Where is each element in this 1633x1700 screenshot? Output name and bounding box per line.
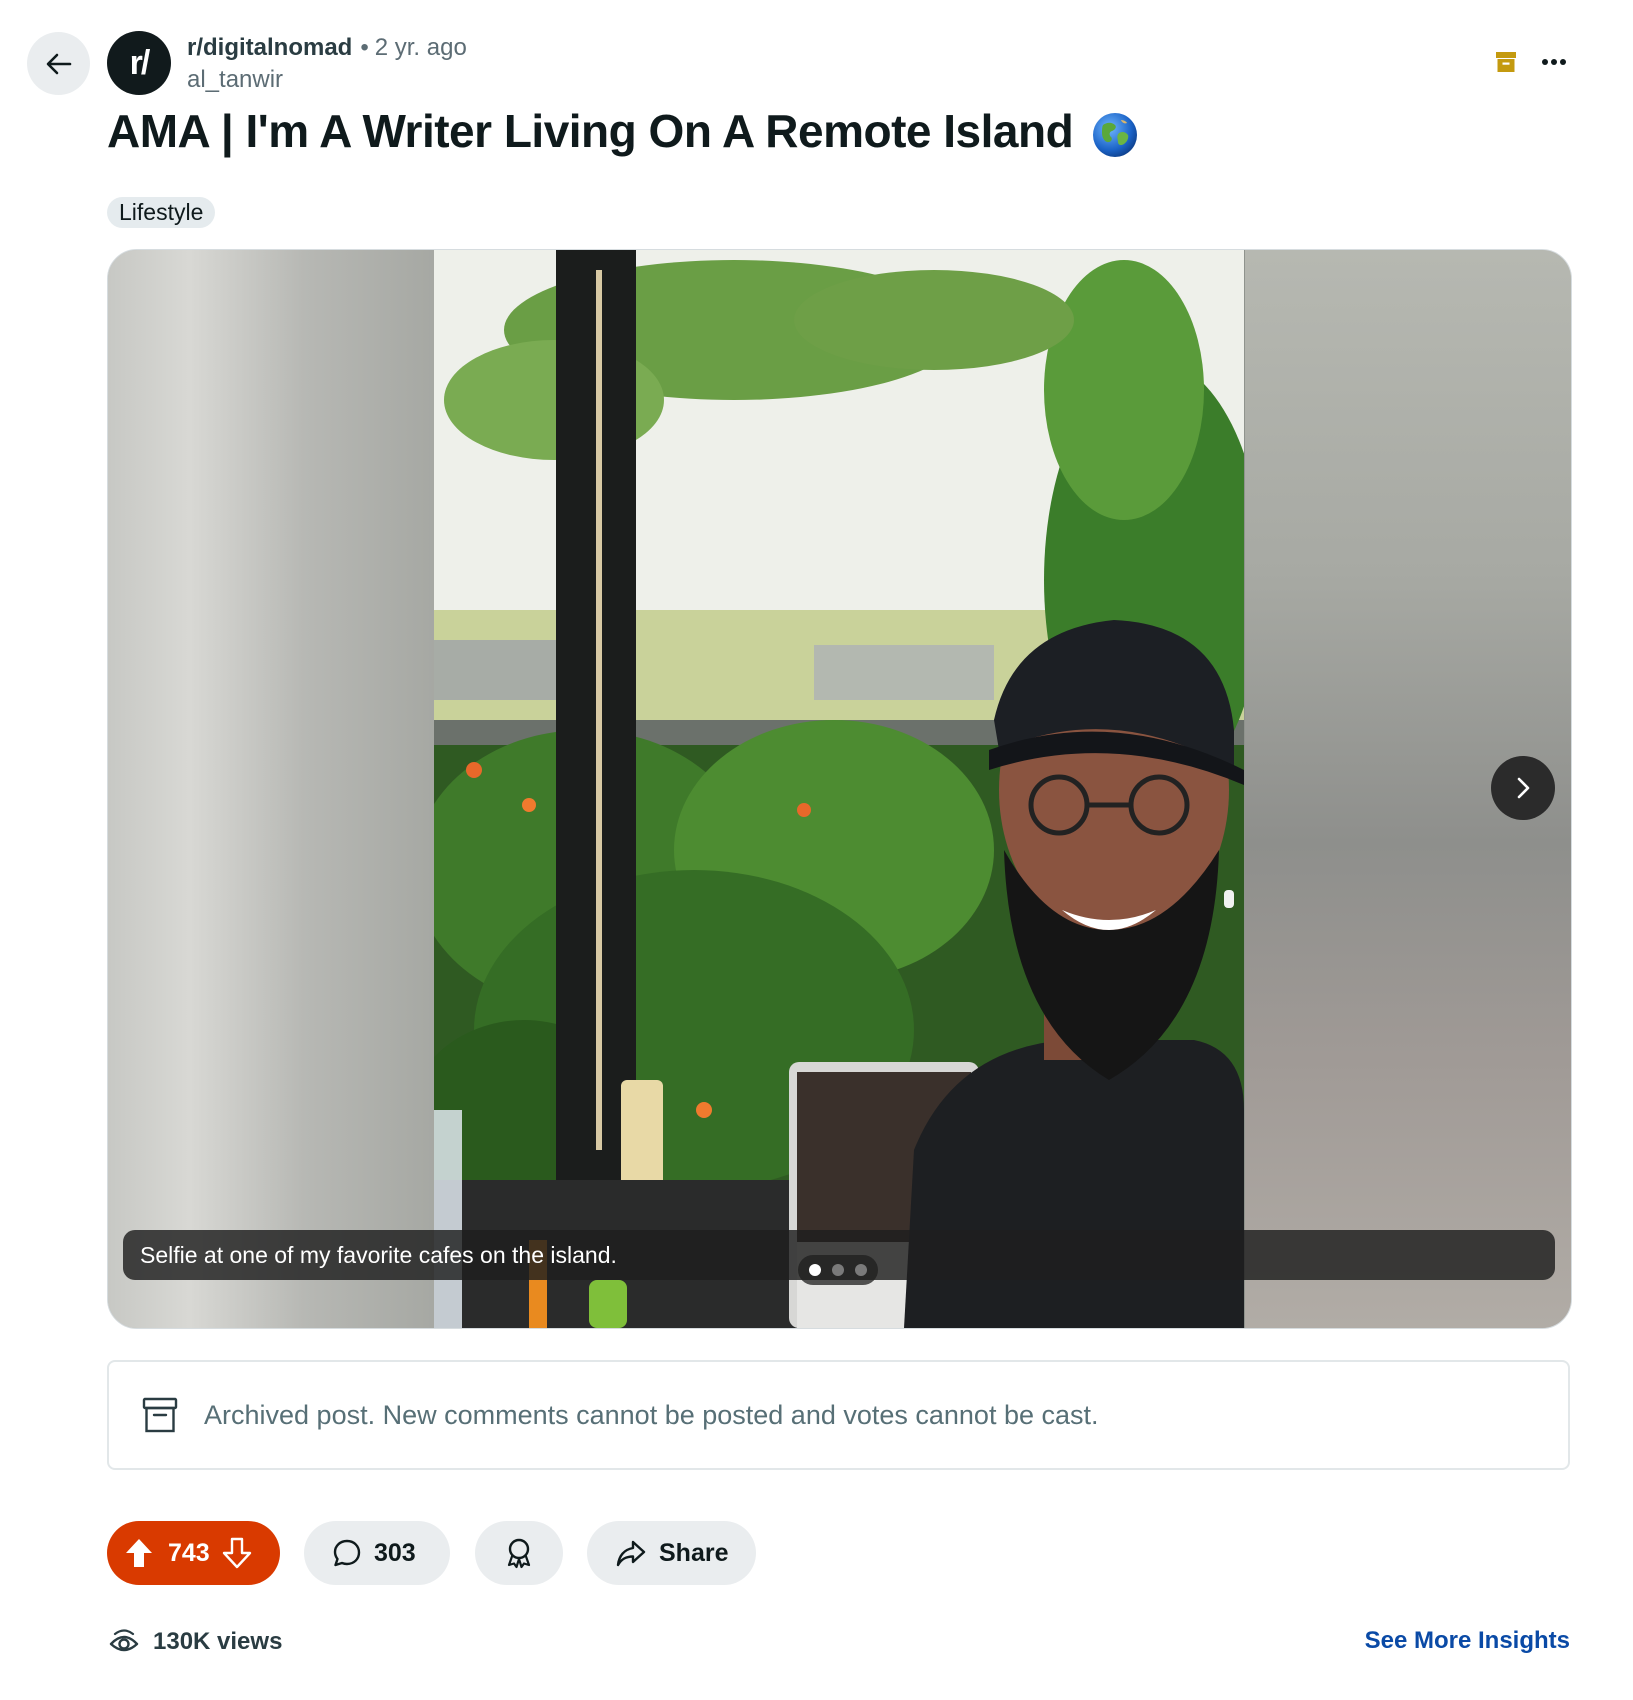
gallery-dot-1[interactable] — [809, 1264, 821, 1276]
more-icon[interactable] — [1538, 46, 1570, 78]
views-count: 130K views — [153, 1628, 283, 1655]
vote-count: 743 — [168, 1538, 210, 1567]
gallery-blur-left — [108, 250, 434, 1328]
image-gallery[interactable]: Selfie at one of my favorite cafes on th… — [107, 249, 1572, 1329]
post-meta: r/digitalnomad • 2 yr. ago — [187, 33, 467, 63]
share-icon — [616, 1540, 646, 1567]
award-button[interactable] — [475, 1521, 563, 1585]
subreddit-link[interactable]: r/digitalnomad — [187, 34, 352, 61]
post-title-text: AMA | I'm A Writer Living On A Remote Is… — [107, 105, 1074, 157]
photo-illustration — [434, 250, 1244, 1328]
award-icon — [507, 1538, 531, 1569]
comments-button[interactable]: 303 — [304, 1521, 450, 1585]
vote-control: 743 — [107, 1521, 280, 1585]
see-more-insights-link[interactable]: See More Insights — [1365, 1627, 1570, 1655]
archive-box-icon — [142, 1397, 178, 1433]
post-page: r/ r/digitalnomad • 2 yr. ago al_tanwir AM… — [0, 0, 1633, 1700]
back-button[interactable] — [27, 32, 90, 95]
comments-count: 303 — [374, 1538, 416, 1567]
share-label: Share — [659, 1538, 729, 1567]
views-row: 130K views — [107, 1625, 282, 1659]
globe-icon — [1093, 112, 1138, 157]
upvote-icon[interactable] — [124, 1537, 154, 1569]
avatar-text: r/ — [129, 43, 151, 82]
action-bar: 743 303 Share — [0, 1521, 1633, 1585]
subreddit-avatar[interactable]: r/ — [107, 31, 171, 95]
downvote-icon[interactable] — [222, 1537, 252, 1569]
share-button[interactable]: Share — [587, 1521, 756, 1585]
back-arrow-icon — [46, 53, 71, 74]
flair-badge[interactable]: Lifestyle — [107, 197, 216, 228]
archive-icon[interactable] — [1495, 50, 1517, 74]
meta-separator: • — [360, 34, 369, 61]
author-link[interactable]: al_tanwir — [187, 65, 283, 95]
chevron-right-icon — [1517, 777, 1530, 799]
views-icon — [109, 1629, 139, 1652]
gallery-dot-2[interactable] — [832, 1264, 844, 1276]
gallery-next-button[interactable] — [1491, 756, 1555, 820]
gallery-dot-3[interactable] — [855, 1264, 867, 1276]
gallery-pagination — [798, 1255, 878, 1285]
gallery-photo — [434, 250, 1244, 1328]
post-age: 2 yr. ago — [374, 34, 467, 61]
archived-notice: Archived post. New comments cannot be po… — [204, 1399, 1099, 1430]
comment-icon — [333, 1539, 361, 1567]
post-title[interactable]: AMA | I'm A Writer Living On A Remote Is… — [107, 101, 1139, 161]
archived-banner: Archived post. New comments cannot be po… — [107, 1360, 1570, 1470]
